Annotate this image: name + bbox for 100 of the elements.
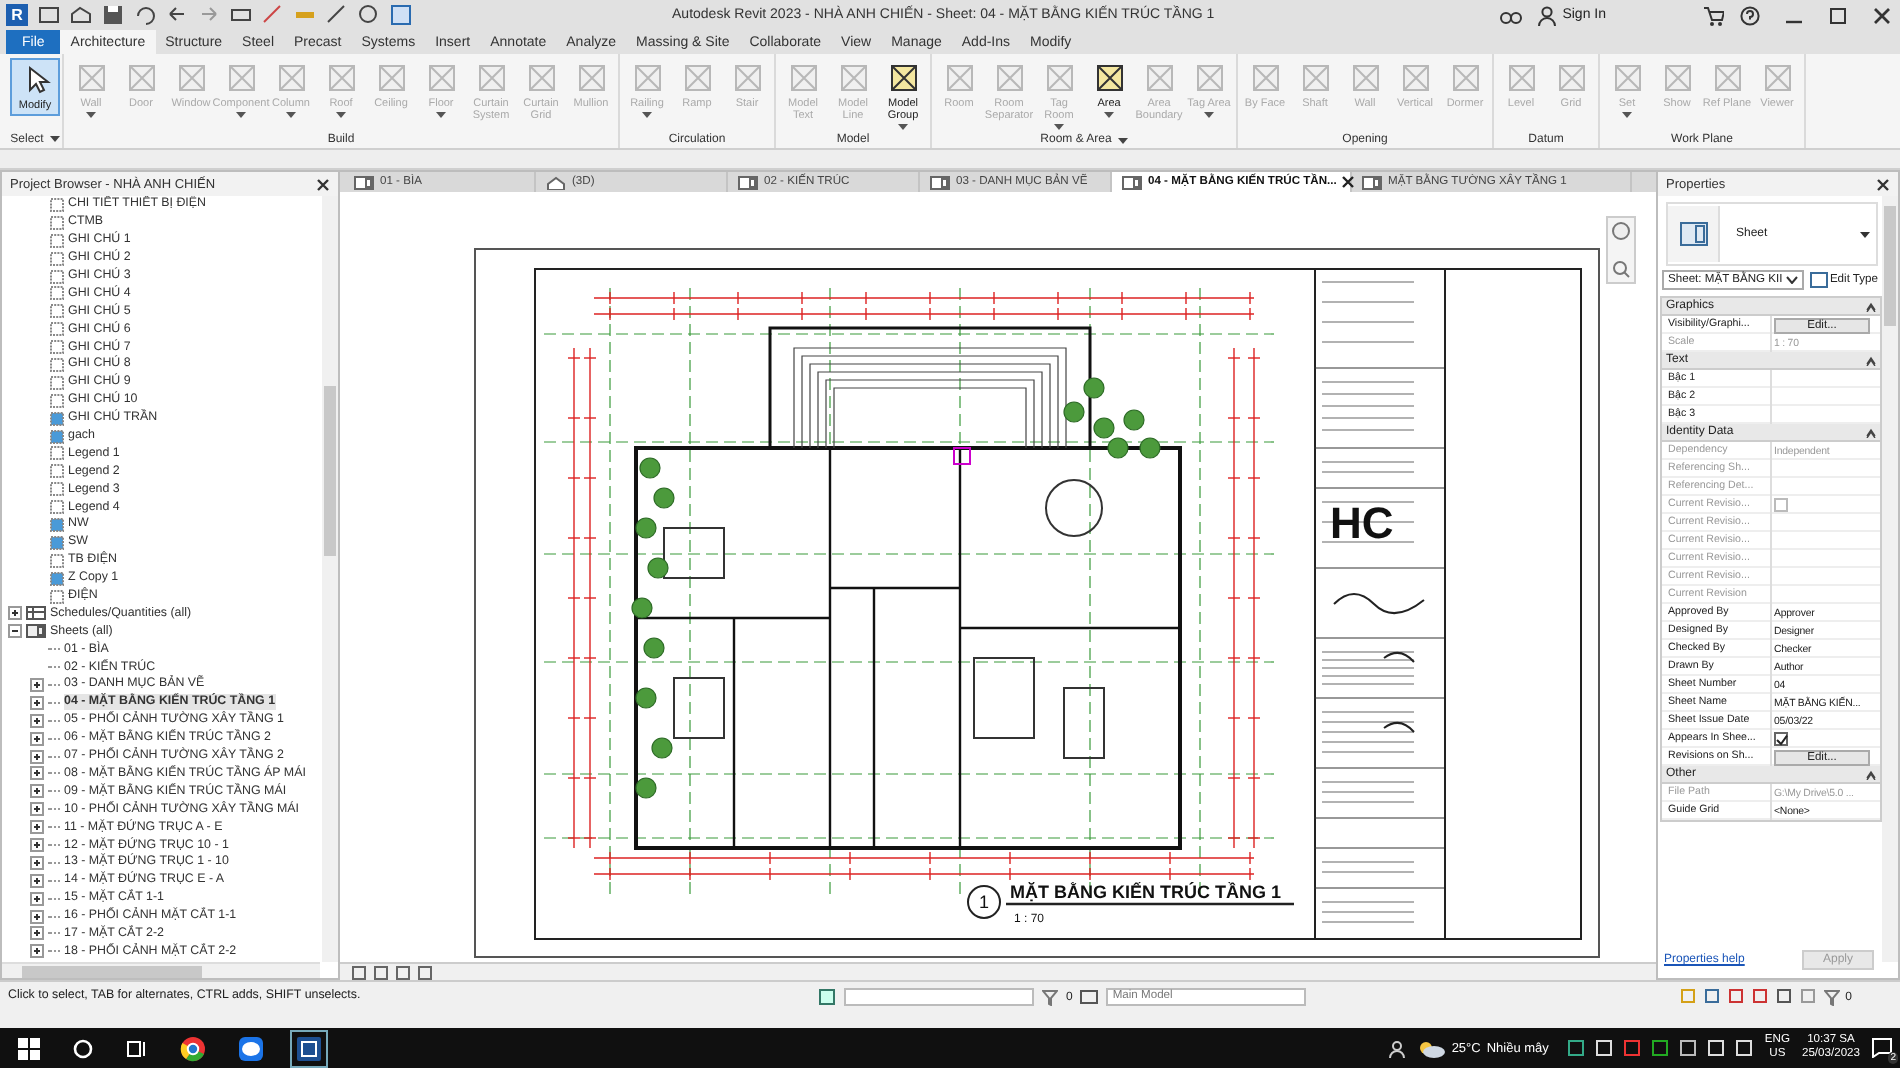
expand-icon[interactable] (30, 838, 44, 852)
sheet-icon (26, 624, 46, 639)
square-icon[interactable] (374, 965, 388, 979)
caret-icon (1860, 231, 1870, 237)
vertical-scrollbar[interactable] (1882, 196, 1898, 962)
expand-icon[interactable] (30, 713, 44, 728)
crossed-square-icon (1249, 62, 1281, 94)
search-icon[interactable] (72, 1037, 94, 1059)
zoom-icon[interactable] (1612, 260, 1630, 278)
crossed-square-icon (1661, 62, 1693, 94)
cloud-icon[interactable] (1417, 1039, 1446, 1057)
sheet-icon (1809, 272, 1828, 288)
line-icon[interactable] (326, 4, 348, 26)
crossed-square-icon (525, 62, 557, 94)
house-icon[interactable] (70, 4, 92, 26)
caret-icon (1117, 137, 1128, 143)
window-icon[interactable] (38, 4, 60, 26)
caret-icon (1622, 112, 1632, 118)
crossed-square-icon (1611, 62, 1643, 94)
expand-icon[interactable] (30, 784, 44, 799)
close-icon[interactable] (1876, 177, 1890, 191)
caret-icon (642, 112, 652, 118)
view-title: MẶT BẰNG KIẾN TRÚC TẦNG 1 (1010, 882, 1281, 902)
circle-icon[interactable] (358, 4, 380, 26)
crossed-square-icon (837, 62, 869, 94)
expand-icon[interactable] (30, 926, 44, 941)
collapse-icon[interactable] (1866, 427, 1876, 437)
caret-icon (898, 124, 908, 130)
square-icon[interactable] (396, 965, 410, 979)
user-icon (1538, 5, 1557, 25)
cart-icon[interactable] (1702, 5, 1724, 25)
caret-icon (1204, 112, 1214, 118)
expand-icon[interactable] (30, 731, 44, 746)
expand-icon[interactable] (30, 802, 44, 817)
app-logo[interactable]: R (6, 4, 28, 26)
collapse-icon[interactable] (1866, 769, 1876, 779)
caret-icon (86, 112, 96, 118)
crossed-square-icon (275, 62, 307, 94)
crossed-square-icon (475, 62, 507, 94)
crossed-square-icon (575, 62, 607, 94)
caret-icon (49, 136, 60, 142)
navigation-bar[interactable] (1606, 216, 1636, 284)
collapse-icon[interactable] (8, 624, 22, 639)
sheet-icon (354, 175, 374, 189)
help-icon[interactable] (1740, 5, 1760, 25)
chat-bubble-icon (1872, 1038, 1892, 1058)
crossed-square-icon (943, 62, 975, 94)
expand-icon[interactable] (30, 909, 44, 924)
browser-icon[interactable] (180, 1035, 206, 1061)
close-icon[interactable] (316, 177, 330, 191)
list-icon[interactable] (390, 4, 412, 26)
expand-icon[interactable] (30, 766, 44, 781)
expand-icon[interactable] (30, 820, 44, 835)
crossed-square-icon (225, 62, 257, 94)
filter-icon[interactable] (1042, 989, 1058, 1005)
close-icon[interactable] (1872, 5, 1892, 25)
view-number-label: 1 (967, 885, 1001, 919)
crossed-square-icon (787, 62, 819, 94)
horizontal-scrollbar[interactable] (2, 962, 320, 978)
close-icon[interactable] (1342, 176, 1355, 188)
crossed-square-icon (631, 62, 663, 94)
person-icon[interactable] (1387, 1039, 1406, 1057)
collapse-icon[interactable] (1866, 301, 1876, 311)
crossed-square-icon (75, 62, 107, 94)
square-icon[interactable] (418, 965, 432, 979)
crossed-square-icon (1299, 62, 1331, 94)
chat-app-icon[interactable] (238, 1035, 264, 1061)
crossed-square-icon (1449, 62, 1481, 94)
caret-icon (286, 112, 296, 118)
filter-icon[interactable] (1823, 989, 1840, 1005)
vertical-scrollbar[interactable] (322, 196, 338, 962)
expand-icon[interactable] (30, 677, 44, 692)
crossed-square-icon (1193, 62, 1225, 94)
expand-icon[interactable] (30, 695, 44, 710)
caret-icon (236, 112, 246, 118)
workset-icon[interactable] (818, 988, 836, 1006)
crossed-square-icon (125, 62, 157, 94)
crossed-square-icon (993, 62, 1025, 94)
checkbox[interactable] (1774, 732, 1788, 746)
caret-icon (1104, 112, 1114, 118)
expand-icon[interactable] (8, 606, 22, 621)
windows-icon[interactable] (18, 1037, 40, 1059)
caret-icon (1054, 124, 1064, 130)
crossed-square-icon (1143, 62, 1175, 94)
expand-icon[interactable] (30, 891, 44, 906)
expand-icon[interactable] (30, 873, 44, 888)
task-view-icon[interactable] (126, 1037, 148, 1059)
sheet-icon (738, 175, 758, 189)
crossed-square-icon (375, 62, 407, 94)
square-icon[interactable] (352, 965, 366, 979)
maximize-icon[interactable] (1828, 5, 1848, 25)
crossed-square-icon (1711, 62, 1743, 94)
save-icon[interactable] (102, 4, 124, 26)
undo-icon[interactable] (166, 4, 188, 26)
expand-icon[interactable] (30, 855, 44, 870)
collapse-icon[interactable] (1866, 355, 1876, 365)
window-icon[interactable] (1080, 988, 1099, 1006)
refresh-icon[interactable] (134, 4, 156, 26)
expand-icon[interactable] (30, 749, 44, 764)
expand-icon[interactable] (30, 944, 44, 959)
